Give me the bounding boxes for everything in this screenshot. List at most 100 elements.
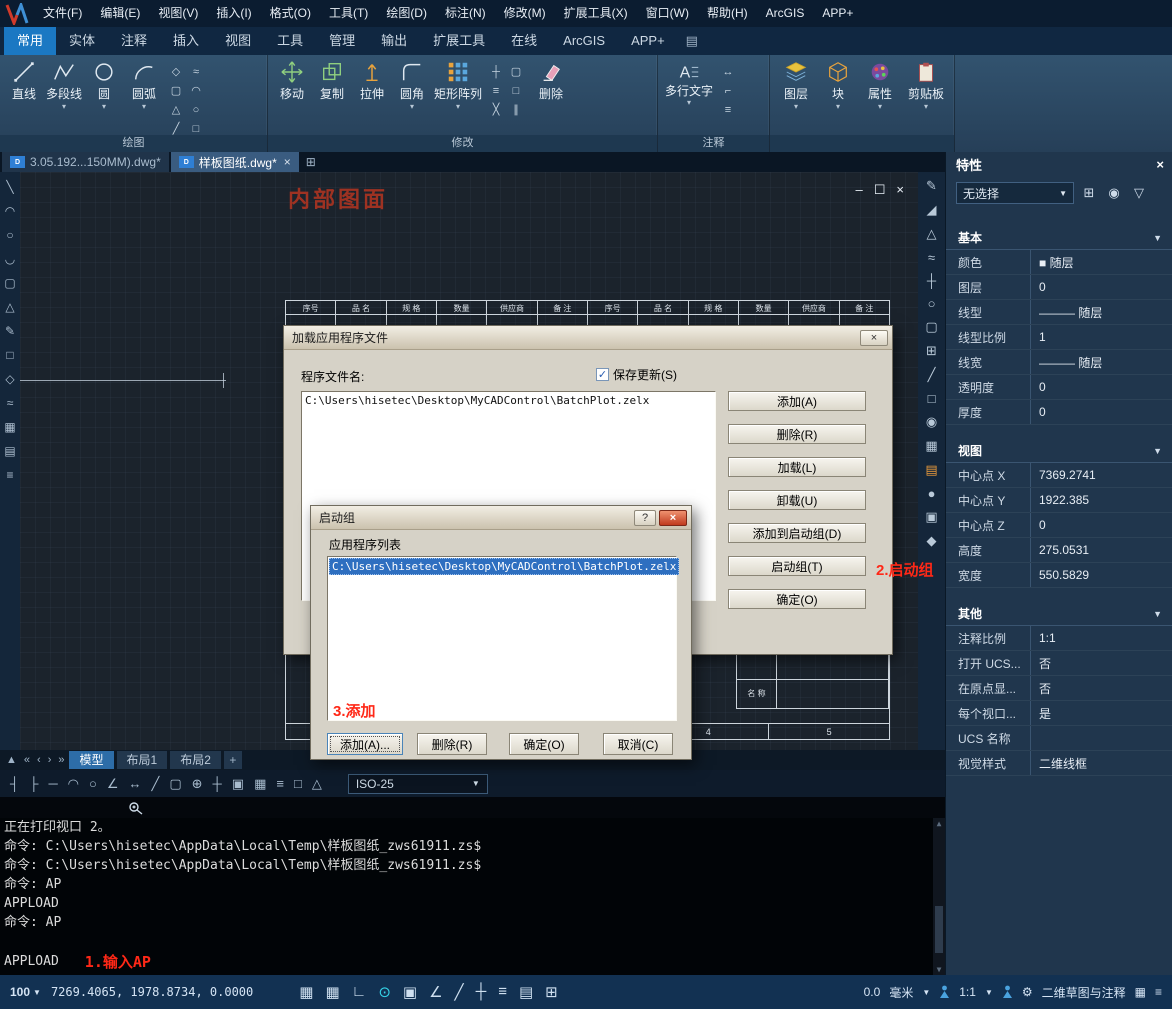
annotation-scale-person-icon[interactable] [939,985,950,999]
menu-item[interactable]: APP+ [813,0,862,27]
cancel-button[interactable]: 取消(C) [603,733,673,755]
property-value[interactable]: 1:1 [1030,626,1172,650]
tab-manage[interactable]: 管理 [316,27,368,55]
property-value[interactable]: 1 [1030,325,1172,349]
dialog-button[interactable]: 添加到启动组(D) [728,523,866,543]
property-value[interactable]: 0 [1030,375,1172,399]
dialog-button[interactable]: 删除(R) [728,424,866,444]
collapse-section-icon[interactable]: ▼ [1153,446,1162,456]
left-toolbar-icon[interactable]: ≈ [7,396,14,410]
tab-insert[interactable]: 插入 [160,27,212,55]
ribbon-collapse-icon[interactable]: ▤ [678,27,706,55]
annotation-tool-icon[interactable]: ┤ [10,776,19,792]
menu-item[interactable]: 编辑(E) [91,0,149,27]
ok-button[interactable]: 确定(O) [509,733,579,755]
annotation-tool-icon[interactable]: ▣ [232,776,244,792]
polyline-tool[interactable]: 多段线 ▾ [44,57,84,110]
right-toolbar-icon[interactable]: △ [927,226,937,242]
left-toolbar-icon[interactable]: ▤ [4,444,15,458]
property-value[interactable]: 7369.2741 [1030,463,1172,487]
group-label-draw[interactable]: 绘图 [0,135,267,152]
status-toggle-icon[interactable]: ▦ [299,983,313,1001]
right-toolbar-icon[interactable]: ◢ [927,202,937,218]
menu-item[interactable]: 文件(F) [34,0,91,27]
status-toggle-icon[interactable]: ∟ [352,983,367,1001]
command-line-panel[interactable]: 正在打印视口 2。命令: C:\Users\hisetec\AppData\Lo… [0,818,945,975]
draw-small-tool-icon[interactable]: ▢ [166,82,186,101]
new-tab-icon[interactable]: ⊞ [301,152,321,172]
tab-annotate[interactable]: 注释 [108,27,160,55]
status-toggle-icon[interactable]: ┼ [476,983,487,1001]
hamburger-menu-icon[interactable]: ≡ [1155,985,1162,999]
status-toggle-icon[interactable]: ⊞ [545,983,558,1001]
close-tab-icon[interactable]: × [284,155,291,169]
arc-tool[interactable]: 圆弧 ▾ [124,57,164,110]
menu-item[interactable]: 格式(O) [261,0,320,27]
property-value[interactable]: 275.0531 [1030,538,1172,562]
document-tab-1[interactable]: D 3.05.192...150MM).dwg* [2,152,169,172]
clipboard-panel-button[interactable]: 剪贴板 ▾ [902,57,950,110]
props-section-view[interactable]: 视图 ▼ [946,439,1172,463]
restore-icon[interactable]: ☐ [874,182,886,198]
draw-small-tool-icon[interactable]: ≈ [186,63,206,82]
tab-layout1[interactable]: 布局1 [117,751,168,769]
tab-tools[interactable]: 工具 [264,27,316,55]
close-dialog-icon[interactable]: × [860,330,888,346]
property-value[interactable]: 0 [1030,400,1172,424]
props-section-misc[interactable]: 其他 ▼ [946,602,1172,626]
close-panel-icon[interactable]: × [1156,157,1164,172]
annotation-tool-icon[interactable]: ⊕ [192,776,203,792]
tab-solid[interactable]: 实体 [56,27,108,55]
layers-panel-button[interactable]: 图层 ▾ [774,57,818,110]
status-toggle-icon[interactable]: ∠ [429,983,442,1001]
annotation-tool-icon[interactable]: ├ [29,776,38,792]
annotation-tool-icon[interactable]: ∠ [107,776,119,792]
dialog-title-bar[interactable]: 启动组 ? × [311,506,691,530]
scroll-up-icon[interactable]: ▲ [933,819,945,828]
property-value[interactable]: 0 [1030,513,1172,537]
annotation-tool-icon[interactable]: △ [312,776,322,792]
annotation-scale-value[interactable]: 1:1 [959,985,976,999]
right-toolbar-icon[interactable]: ≈ [928,250,935,265]
annotation-tool-icon[interactable]: ┼ [213,776,222,792]
draw-small-tool-icon[interactable]: ◠ [186,82,206,101]
dropdown-caret-icon[interactable]: ▾ [142,103,146,110]
line-tool[interactable]: 直线 [4,57,44,102]
dialog-button[interactable]: 启动组(T) [728,556,866,576]
right-toolbar-icon[interactable]: ▤ [925,462,937,478]
save-update-checkbox[interactable]: ✓ 保存更新(S) [596,366,677,383]
rect-array-tool[interactable]: 矩形阵列 ▾ [432,57,484,110]
dialog-title-bar[interactable]: 加载应用程序文件 × [284,326,892,350]
tab-view[interactable]: 视图 [212,27,264,55]
annotation-tool-icon[interactable]: ─ [48,776,57,792]
menu-item[interactable]: 绘图(D) [377,0,436,27]
search-plus-icon[interactable] [128,801,144,815]
scrollbar-thumb[interactable] [935,906,943,953]
status-toggle-icon[interactable]: ≡ [498,983,507,1001]
right-toolbar-icon[interactable]: ⊞ [926,343,937,359]
right-toolbar-icon[interactable]: ┼ [927,273,936,288]
group-label-annotate[interactable]: 注释 [658,135,769,152]
dropdown-caret-icon[interactable]: ▾ [62,103,66,110]
right-toolbar-icon[interactable]: ▣ [925,509,937,525]
property-value[interactable]: ■ 随层 [1030,250,1172,274]
props-section-basic[interactable]: 基本 ▼ [946,226,1172,250]
command-prompt[interactable]: APPLOAD [4,954,59,969]
collapse-section-icon[interactable]: ▼ [1153,609,1162,619]
property-value[interactable]: ——— 随层 [1030,350,1172,374]
annotation-tool-icon[interactable]: ○ [89,776,97,792]
dropdown-caret-icon[interactable]: ▾ [924,103,928,110]
modify-small-tool-icon[interactable]: ≡ [486,82,506,101]
selection-dropdown[interactable]: 无选择 ▼ [956,182,1074,204]
status-toggle-icon[interactable]: ▦ [325,983,339,1001]
add-layout-icon[interactable]: + [224,751,242,769]
property-value[interactable]: 否 [1030,676,1172,700]
left-toolbar-icon[interactable]: △ [5,300,14,314]
property-value[interactable]: ——— 随层 [1030,300,1172,324]
left-toolbar-icon[interactable]: ✎ [5,324,15,338]
tab-home[interactable]: 常用 [4,27,56,55]
right-toolbar-icon[interactable]: ◉ [926,414,937,430]
annotation-tool-icon[interactable]: ▢ [169,776,181,792]
program-file-path[interactable]: C:\Users\hisetec\Desktop\MyCADControl\Ba… [302,392,715,409]
status-toggle-icon[interactable]: ╱ [455,983,464,1001]
